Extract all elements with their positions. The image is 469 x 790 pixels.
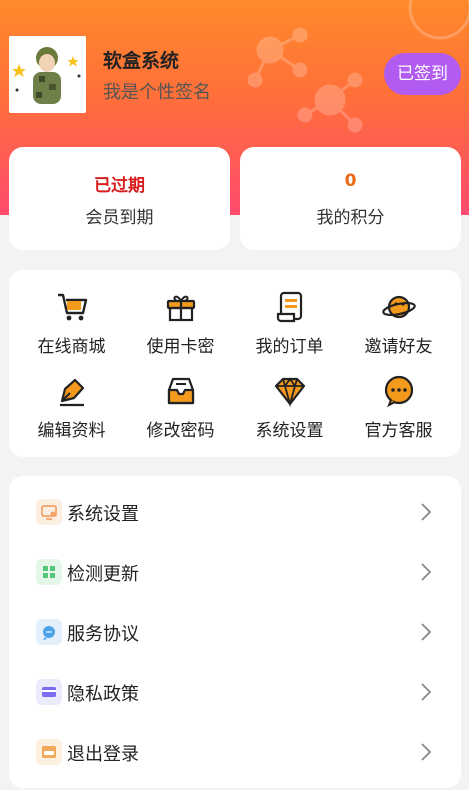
pen-nib-icon (59, 378, 84, 407)
list-item-check-update[interactable]: 检测更新 (9, 542, 461, 602)
menu-label: 在线商城 (37, 337, 106, 357)
card-icon (36, 679, 62, 705)
menu-online-mall[interactable]: 在线商城 (17, 290, 126, 357)
list-item-label: 系统设置 (67, 504, 139, 525)
chevron-right-icon (421, 503, 432, 521)
menu-label: 官方客服 (364, 421, 433, 441)
points-card[interactable]: 0 我的积分 (240, 147, 461, 250)
chevron-right-icon (421, 683, 432, 701)
menu-label: 编辑资料 (37, 421, 106, 441)
points-label: 我的积分 (316, 208, 385, 228)
menu-label: 我的订单 (255, 337, 324, 357)
menu-change-password[interactable]: 修改密码 (126, 374, 235, 441)
points-value: 0 (344, 171, 357, 191)
menu-use-card-key[interactable]: 使用卡密 (126, 290, 235, 357)
message-icon (36, 619, 62, 645)
membership-card[interactable]: 已过期 会员到期 (9, 147, 230, 250)
list-item-service-agreement[interactable]: 服务协议 (9, 602, 461, 662)
list-item-label: 检测更新 (67, 564, 139, 585)
list-item-label: 退出登录 (67, 744, 139, 765)
menu-edit-profile[interactable]: 编辑资料 (17, 374, 126, 441)
menu-system-settings[interactable]: 系统设置 (235, 374, 344, 441)
monitor-settings-icon (36, 499, 62, 525)
menu-label: 系统设置 (255, 421, 324, 441)
diamond-icon (274, 377, 305, 408)
planet-icon (381, 295, 416, 319)
list-item-logout[interactable]: 退出登录 (9, 722, 461, 782)
checkin-button[interactable]: 已签到 (384, 53, 461, 95)
shopping-cart-icon (57, 293, 87, 321)
user-signature: 我是个性签名 (103, 82, 211, 103)
avatar-image (9, 36, 86, 113)
menu-customer-service[interactable]: 官方客服 (344, 374, 453, 441)
chevron-right-icon (421, 743, 432, 761)
avatar[interactable] (9, 36, 86, 113)
app-name: 软盒系统 (103, 50, 180, 72)
grid-apps-icon (36, 559, 62, 585)
list-item-system-settings[interactable]: 系统设置 (9, 482, 461, 542)
gift-icon (166, 295, 195, 322)
list-item-label: 服务协议 (67, 624, 139, 645)
chevron-right-icon (421, 623, 432, 641)
inbox-icon (167, 377, 194, 405)
membership-status: 已过期 (94, 176, 145, 196)
list-item-label: 隐私政策 (67, 684, 139, 705)
chevron-right-icon (421, 563, 432, 581)
quick-menu: 在线商城 使用卡密 我的订单 邀请好友 编辑资料 修改密码 系统设置 官方客服 (9, 270, 461, 457)
list-item-privacy-policy[interactable]: 隐私政策 (9, 662, 461, 722)
menu-my-orders[interactable]: 我的订单 (235, 290, 344, 357)
membership-label: 会员到期 (85, 208, 154, 228)
logout-box-icon (36, 739, 62, 765)
menu-label: 邀请好友 (364, 337, 433, 357)
menu-label: 使用卡密 (146, 337, 215, 357)
order-scroll-icon (276, 291, 302, 323)
chat-bubble-icon (384, 375, 413, 408)
menu-invite-friends[interactable]: 邀请好友 (344, 290, 453, 357)
menu-label: 修改密码 (146, 421, 215, 441)
